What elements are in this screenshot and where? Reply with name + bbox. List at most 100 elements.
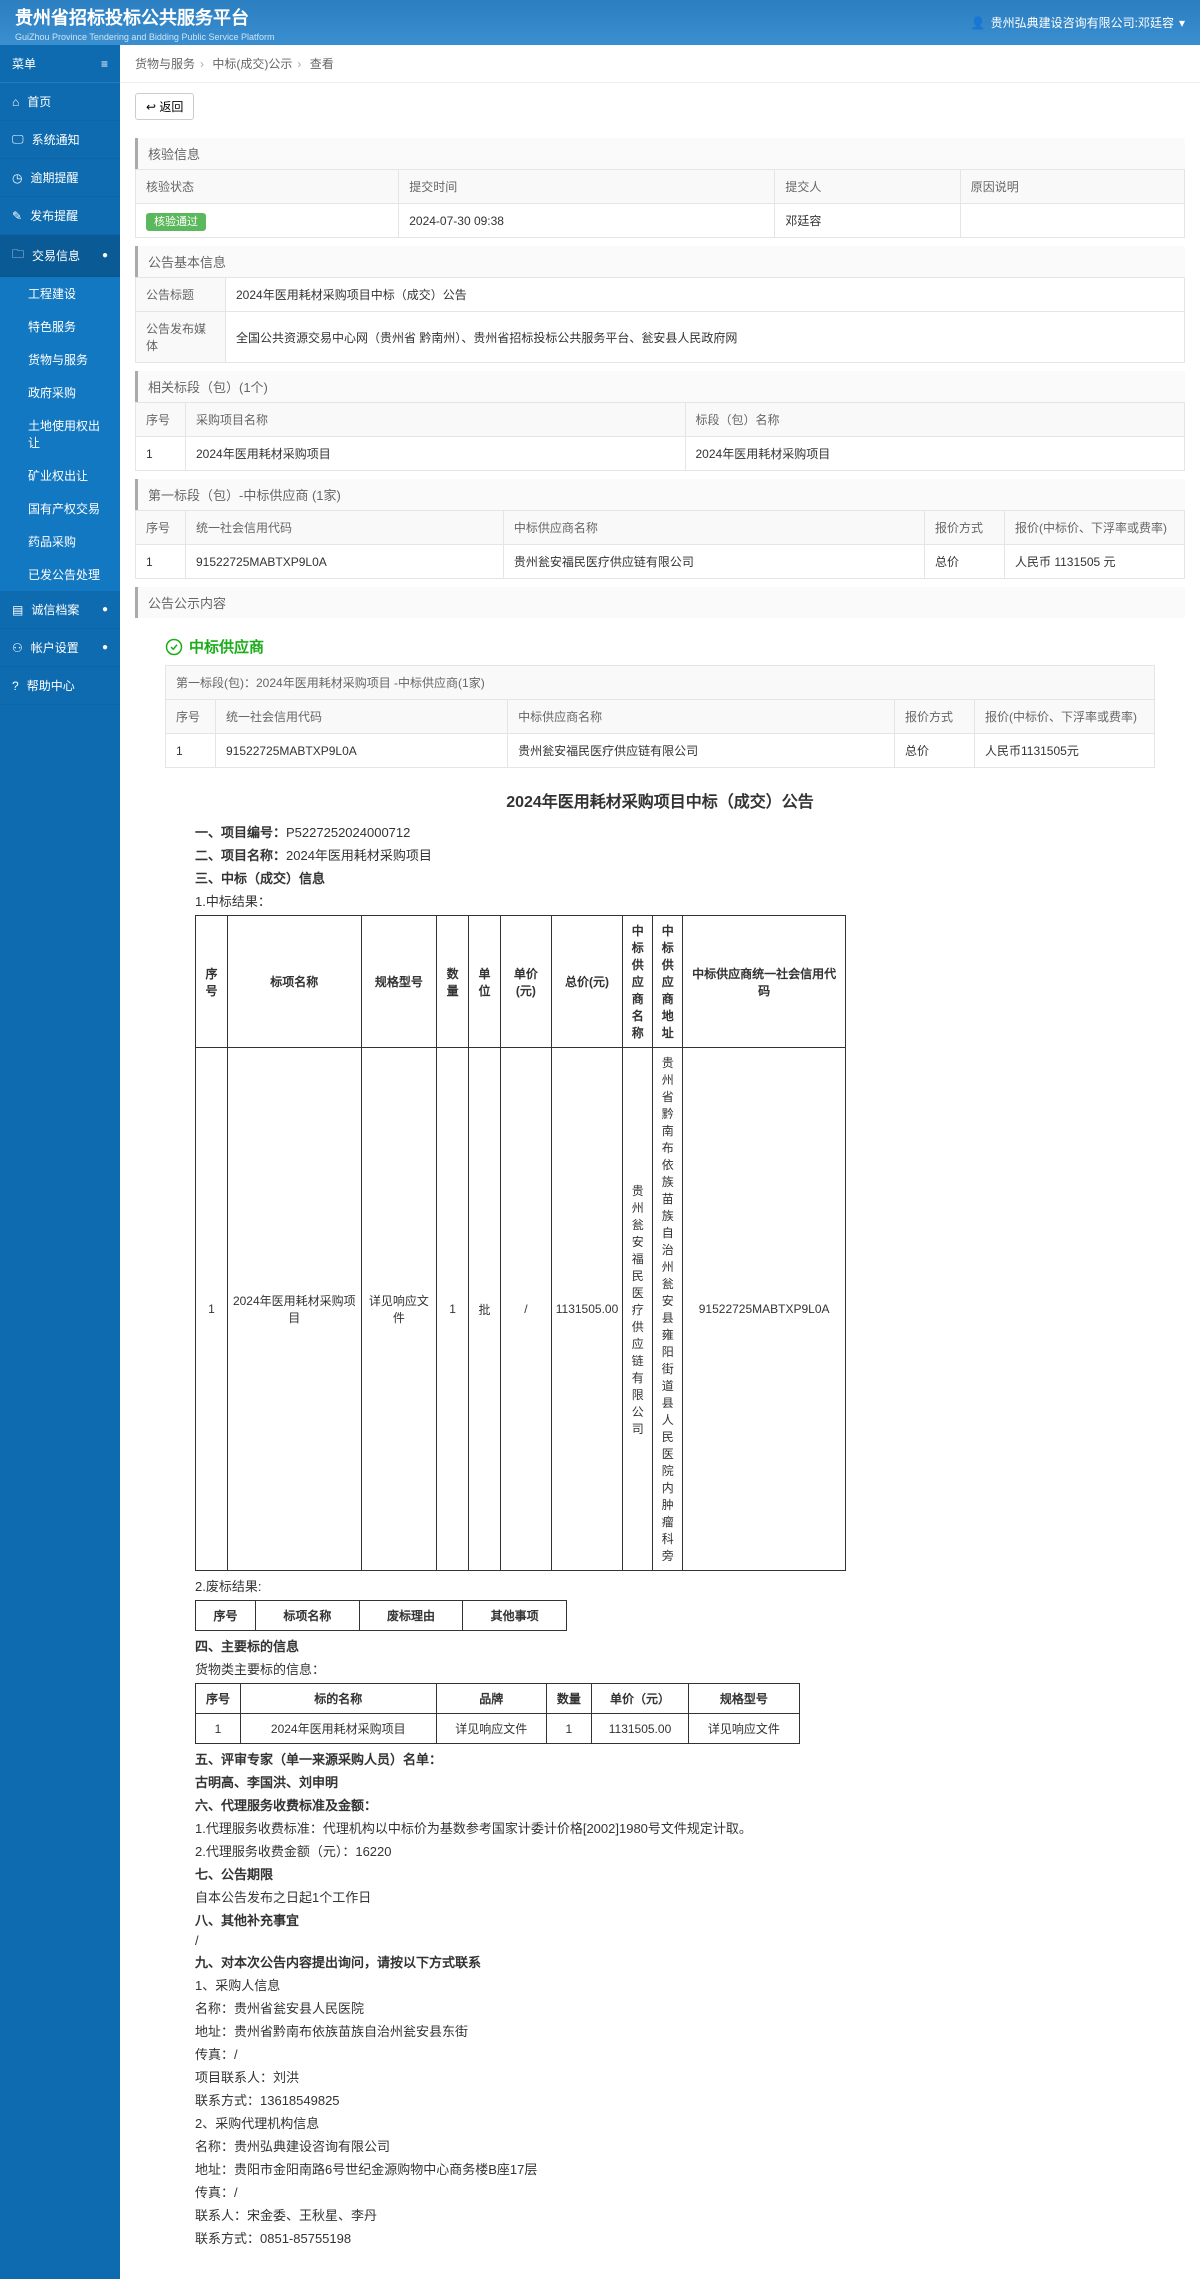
sidebar-item-credit[interactable]: ▤诚信档案● (0, 591, 120, 629)
user-name: 贵州弘典建设咨询有限公司:邓廷容 (991, 14, 1174, 31)
label-title: 公告标题 (136, 278, 226, 312)
sub-item-published[interactable]: 已发公告处理 (0, 558, 120, 591)
sidebar-label: 诚信档案 (31, 601, 79, 618)
supplier2-table: 第一标段(包)：2024年医用耗材采购项目 -中标供应商(1家) 序号统一社会信… (165, 665, 1155, 768)
crumb-goods[interactable]: 货物与服务 (135, 57, 195, 71)
clock-icon: ◷ (12, 171, 22, 185)
sidebar-item-account[interactable]: ⚇帐户设置● (0, 629, 120, 667)
cell-seg: 2024年医用耗材采购项目 (685, 437, 1185, 471)
col-name: 采购项目名称 (186, 403, 686, 437)
sidebar-item-notice[interactable]: 🖵 系统通知 (0, 121, 120, 159)
th: 单价（元） (591, 1684, 688, 1714)
sub-item-goods[interactable]: 货物与服务 (0, 343, 120, 376)
td: 91522725MABTXP9L0A (683, 1048, 846, 1571)
th: 规格型号 (689, 1684, 799, 1714)
col-name: 中标供应商名称 (508, 700, 895, 734)
col-price: 报价(中标价、下浮率或费率) (975, 700, 1155, 734)
col-code: 统一社会信用代码 (186, 511, 504, 545)
sidebar-item-publish[interactable]: ✎发布提醒 (0, 197, 120, 235)
td: 1131505.00 (551, 1048, 623, 1571)
contact2-person: 联系人：宋金委、王秋星、李丹 (195, 2205, 1125, 2224)
th: 废标理由 (359, 1601, 463, 1631)
sidebar-item-trade[interactable]: 🗀交易信息● (0, 235, 120, 277)
col-status: 核验状态 (136, 170, 399, 204)
supplier1-table: 序号统一社会信用代码中标供应商名称报价方式报价(中标价、下浮率或费率) 1915… (135, 510, 1185, 579)
sec6-1: 1.代理服务收费标准：代理机构以中标价为基数参考国家计委计价格[2002]198… (195, 1818, 1125, 1837)
goods-table: 序号标的名称品牌数量单价（元）规格型号 12024年医用耗材采购项目详见响应文件… (195, 1683, 800, 1744)
result-table: 序号标项名称规格型号数量单位单价(元)总价(元)中标供应商名称中标供应商地址中标… (195, 915, 846, 1571)
contact1-hdr: 1、采购人信息 (195, 1975, 1125, 1994)
contact1-name: 名称：贵州省瓮安县人民医院 (195, 1998, 1125, 2017)
sidebar-label: 交易信息 (32, 247, 80, 264)
sub-item-gov[interactable]: 政府采购 (0, 376, 120, 409)
announcement-title: 2024年医用耗材采购项目中标（成交）公告 (195, 788, 1125, 812)
sidebar-item-overdue[interactable]: ◷ 逾期提醒 (0, 159, 120, 197)
sub-item-property[interactable]: 国有产权交易 (0, 492, 120, 525)
home-icon: ⌂ (12, 95, 19, 109)
col-time: 提交时间 (399, 170, 775, 204)
sidebar-label: 帮助中心 (27, 677, 75, 694)
platform-title: 贵州省招标投标公共服务平台 (15, 4, 274, 30)
cell-no: 1 (136, 545, 186, 579)
back-label: 返回 (159, 100, 183, 114)
value-title: 2024年医用耗材采购项目中标（成交）公告 (226, 278, 1185, 312)
sidebar-label: 首页 (27, 93, 51, 110)
cell-method: 总价 (895, 734, 975, 768)
supplier-header-text: 中标供应商 (189, 636, 264, 657)
cell-name: 贵州瓮安福民医疗供应链有限公司 (503, 545, 924, 579)
main-content: 货物与服务› 中标(成交)公示› 查看 ↩ 返回 核验信息 核验状态提交时间提交… (120, 45, 1200, 2279)
sub-item-engineering[interactable]: 工程建设 (0, 277, 120, 310)
chevron-icon: ● (102, 642, 108, 653)
supplier-header: 中标供应商 (165, 628, 1155, 665)
th: 中标供应商名称 (623, 916, 653, 1048)
sub-item-land[interactable]: 土地使用权出让 (0, 409, 120, 459)
cell-name: 贵州瓮安福民医疗供应链有限公司 (508, 734, 895, 768)
sec5-1: 古明高、李国洪、刘申明 (195, 1772, 1125, 1791)
sec4: 四、主要标的信息 (195, 1636, 1125, 1655)
th: 数量 (437, 916, 469, 1048)
status-badge: 核验通过 (146, 213, 206, 231)
sec3-2: 2.废标结果: (195, 1576, 1125, 1595)
monitor-icon: 🖵 (12, 132, 24, 147)
sidebar-label: 系统通知 (32, 131, 80, 148)
sidebar-label: 发布提醒 (30, 207, 78, 224)
crumb-announce[interactable]: 中标(成交)公示 (212, 57, 292, 71)
user-info[interactable]: 👤 贵州弘典建设咨询有限公司:邓廷容 ▾ (971, 14, 1185, 31)
value-media: 全国公共资源交易中心网（贵州省 黔南州）、贵州省招标投标公共服务平台、瓮安县人民… (226, 312, 1185, 363)
cell-name: 2024年医用耗材采购项目 (186, 437, 686, 471)
td: 贵州省黔南布依族苗族自治州瓮安县雍阳街道县人民医院内肿瘤科旁 (653, 1048, 683, 1571)
td: 2024年医用耗材采购项目 (240, 1714, 436, 1744)
th: 其他事项 (463, 1601, 567, 1631)
expand-icon: ● (102, 250, 108, 261)
td: 详见响应文件 (689, 1714, 799, 1744)
sub-item-special[interactable]: 特色服务 (0, 310, 120, 343)
col-no: 序号 (136, 403, 186, 437)
breadcrumb: 货物与服务› 中标(成交)公示› 查看 (120, 45, 1200, 83)
sub-item-medicine[interactable]: 药品采购 (0, 525, 120, 558)
td: 1 (437, 1048, 469, 1571)
cell-price: 人民币1131505元 (975, 734, 1155, 768)
cell-code: 91522725MABTXP9L0A (186, 545, 504, 579)
th: 序号 (196, 916, 228, 1048)
related-table: 序号采购项目名称标段（包）名称 12024年医用耗材采购项目2024年医用耗材采… (135, 402, 1185, 471)
sidebar-item-help[interactable]: ?帮助中心 (0, 667, 120, 705)
menu-collapse-icon[interactable]: ≡ (101, 57, 108, 71)
sec4-1: 货物类主要标的信息： (195, 1659, 1125, 1678)
back-button[interactable]: ↩ 返回 (135, 93, 194, 120)
sidebar-item-home[interactable]: ⌂ 首页 (0, 83, 120, 121)
panel-title: 公告基本信息 (135, 246, 1185, 277)
panel-verify: 核验信息 核验状态提交时间提交人原因说明 核验通过2024-07-30 09:3… (135, 138, 1185, 238)
td: 1131505.00 (591, 1714, 688, 1744)
sub-item-mining[interactable]: 矿业权出让 (0, 459, 120, 492)
panel-supplier1: 第一标段（包）-中标供应商 (1家) 序号统一社会信用代码中标供应商名称报价方式… (135, 479, 1185, 579)
sidebar-label: 逾期提醒 (30, 169, 78, 186)
user-icon: 👤 (971, 16, 986, 30)
sec7-1: 自本公告发布之日起1个工作日 (195, 1887, 1125, 1906)
col-method: 报价方式 (925, 511, 1005, 545)
void-table: 序号标项名称废标理由其他事项 (195, 1600, 567, 1631)
sec6: 六、代理服务收费标准及金额： (195, 1795, 1125, 1814)
cell-no: 1 (136, 437, 186, 471)
contact2-hdr: 2、采购代理机构信息 (195, 2113, 1125, 2132)
file-icon: ▤ (12, 603, 23, 617)
sidebar-label: 帐户设置 (31, 639, 79, 656)
